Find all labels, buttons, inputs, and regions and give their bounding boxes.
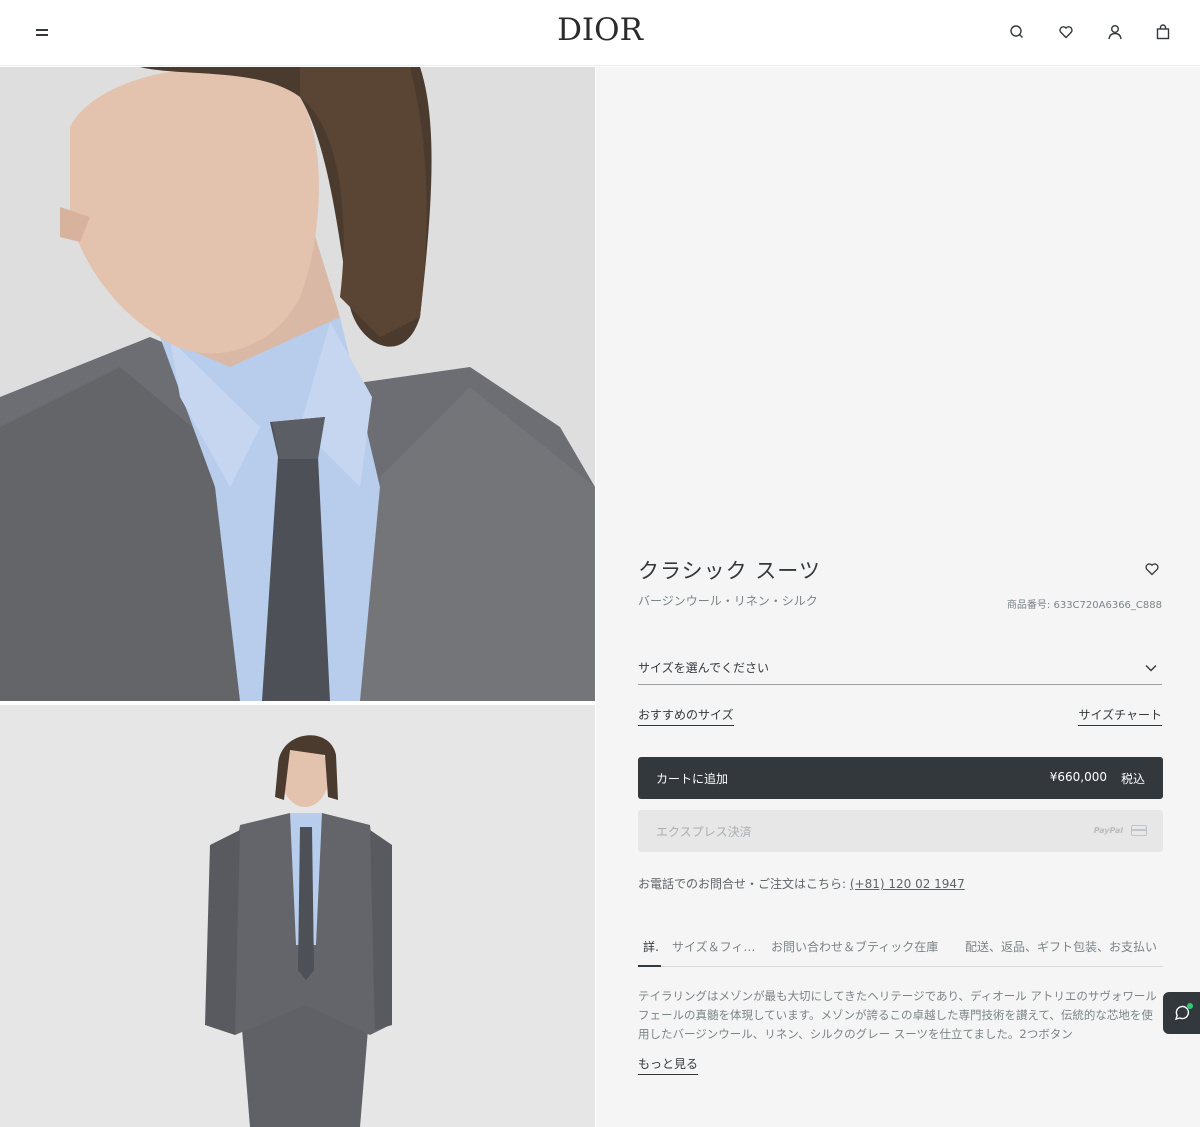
menu-icon[interactable] <box>30 22 54 42</box>
express-checkout-button[interactable]: エクスプレス決済 PayPal <box>638 810 1163 852</box>
search-icon[interactable] <box>1005 20 1029 44</box>
chevron-down-icon <box>1145 665 1157 672</box>
tab-shipping-returns[interactable]: 配送、返品、ギフト包装、お支払い <box>965 938 1161 955</box>
tab-contact-stock[interactable]: お問い合わせ＆ブティック在庫 <box>771 938 955 955</box>
chat-button[interactable] <box>1163 992 1200 1034</box>
bag-icon[interactable] <box>1151 20 1175 44</box>
product-reference: 商品番号: 633C720A6366_C888 <box>1006 600 1162 611</box>
product-details-panel: クラシック スーツ バージンウール・リネン・シルク 商品番号: 633C720A… <box>596 67 1200 1127</box>
dior-logo[interactable]: DIOR <box>540 12 660 48</box>
size-chart-link[interactable]: サイズチャート <box>1078 706 1162 726</box>
product-image-closeup[interactable] <box>0 67 595 701</box>
read-more-link[interactable]: もっと見る <box>638 1055 699 1075</box>
tab-details[interactable]: 詳細 <box>643 938 659 955</box>
express-checkout-label: エクスプレス決済 <box>656 825 752 839</box>
add-to-cart-button[interactable]: カートに追加 ¥660,000 税込 <box>638 757 1163 799</box>
credit-card-icon <box>1131 825 1147 836</box>
phone-contact-text: お電話でのお問合せ・ご注文はこちら: <box>638 877 850 891</box>
phone-contact: お電話でのお問合せ・ご注文はこちら: (+81) 120 02 1947 <box>638 875 965 892</box>
phone-number-link[interactable]: (+81) 120 02 1947 <box>850 877 965 891</box>
size-select-label: サイズを選んでください <box>638 661 770 675</box>
product-image-fullbody[interactable] <box>0 705 595 1127</box>
product-info-tabs: 詳細 サイズ＆フィット お問い合わせ＆ブティック在庫 配送、返品、ギフト包装、お… <box>638 934 1163 967</box>
user-icon[interactable] <box>1103 20 1127 44</box>
product-price: ¥660,000 <box>1049 770 1107 784</box>
add-to-cart-label: カートに追加 <box>656 772 729 786</box>
tab-size-fit[interactable]: サイズ＆フィット <box>672 938 760 955</box>
product-title: クラシック スーツ <box>638 559 821 583</box>
size-select[interactable]: サイズを選んでください <box>638 651 1162 685</box>
heart-icon[interactable] <box>1054 20 1078 44</box>
product-materials: バージンウール・リネン・シルク <box>638 594 818 608</box>
paypal-logo: PayPal <box>1093 826 1123 835</box>
online-indicator <box>1187 1003 1193 1009</box>
recommended-size-link[interactable]: おすすめのサイズ <box>638 706 734 726</box>
wishlist-heart-icon[interactable] <box>1142 559 1162 579</box>
site-header: DIOR <box>0 0 1200 66</box>
tax-label: 税込 <box>1120 772 1145 786</box>
product-description: テイラリングはメゾンが最も大切にしてきたヘリテージであり、ディオール アトリエの… <box>638 989 1157 1041</box>
active-tab-indicator <box>638 965 661 967</box>
